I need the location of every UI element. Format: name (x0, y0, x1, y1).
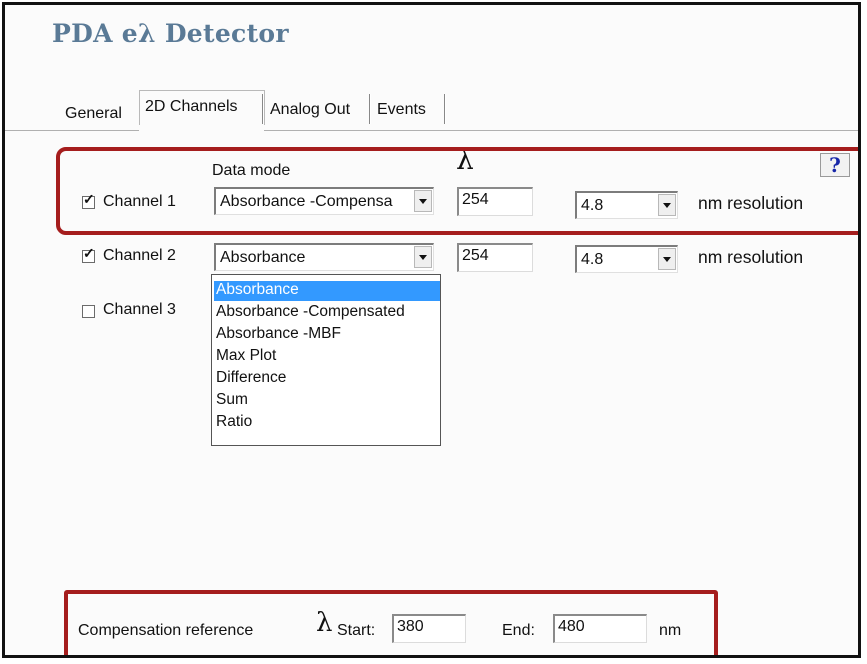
channel-2-data-mode-select[interactable]: Absorbance (214, 243, 434, 271)
channel-3-checkbox[interactable] (82, 305, 95, 318)
dialog-frame: PDA eλ Detector General 2D Channels Anal… (2, 2, 861, 658)
channel-2-resolution-suffix: nm resolution (698, 247, 804, 267)
channel-3-label: Channel 3 (103, 301, 176, 318)
tab-events[interactable]: Events (377, 101, 426, 119)
dropdown-option-absorbance-compensated[interactable]: Absorbance -Compensated (214, 303, 440, 323)
compensation-highlight-box (64, 590, 718, 655)
page-title: PDA eλ Detector (52, 19, 289, 48)
tab-baseline (5, 130, 139, 131)
checkmark-icon: ✓ (83, 245, 95, 261)
channel-2-wavelength-input[interactable]: 254 (457, 243, 533, 272)
tab-bar: General 2D Channels Analog Out Events (57, 94, 817, 130)
data-mode-dropdown-list: Absorbance Absorbance -Compensated Absor… (211, 274, 441, 446)
tab-2d-channels[interactable]: 2D Channels (145, 98, 238, 116)
tab-baseline (264, 130, 858, 131)
channel-1-highlight-box (56, 147, 858, 235)
channel-2-label: Channel 2 (103, 247, 176, 264)
channel-2-resolution-value: 4.8 (581, 251, 604, 268)
dropdown-option-absorbance-mbf[interactable]: Absorbance -MBF (214, 325, 440, 345)
dropdown-option-ratio[interactable]: Ratio (214, 413, 440, 433)
tab-general[interactable]: General (65, 105, 122, 123)
chevron-down-icon[interactable] (658, 248, 676, 270)
chevron-down-icon[interactable] (414, 246, 432, 268)
dropdown-option-absorbance[interactable]: Absorbance (214, 281, 440, 301)
tab-separator (444, 94, 446, 124)
tab-separator (369, 94, 371, 124)
dropdown-option-sum[interactable]: Sum (214, 391, 440, 411)
dropdown-option-max-plot[interactable]: Max Plot (214, 347, 440, 367)
tab-separator (262, 94, 264, 124)
channel-2-wavelength-value: 254 (462, 247, 489, 264)
tab-analog-out[interactable]: Analog Out (270, 101, 350, 119)
dropdown-option-difference[interactable]: Difference (214, 369, 440, 389)
channel-2-resolution-select[interactable]: 4.8 (575, 245, 678, 273)
channel-2-checkbox[interactable]: ✓ (82, 246, 95, 263)
channel-2-data-mode-value: Absorbance (220, 249, 306, 266)
